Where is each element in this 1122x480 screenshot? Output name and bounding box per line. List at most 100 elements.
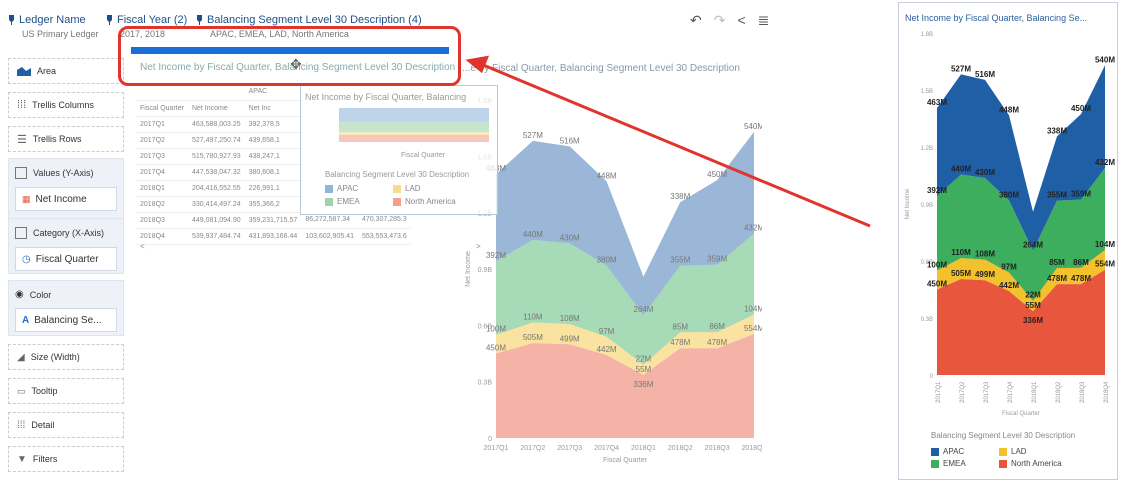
rp-legend-lad: LAD — [999, 447, 1027, 456]
data-label: 478M — [707, 338, 727, 347]
x-axis-label: Fiscal Quarter — [603, 457, 648, 464]
data-label: 97M — [599, 327, 615, 336]
data-label: 450M — [486, 344, 506, 353]
scroll-left-icon[interactable]: < — [140, 242, 145, 251]
data-label: 463M — [927, 98, 947, 107]
data-label: 448M — [999, 105, 1019, 114]
size-icon: ◢ — [17, 351, 25, 363]
y-axis-label: Net Income — [905, 188, 911, 219]
data-label: 86M — [1073, 258, 1089, 267]
size-drop[interactable]: ◢ Size (Width) — [8, 344, 124, 370]
pin-icon — [107, 15, 112, 25]
x-tick-label: 2017Q1 — [936, 381, 942, 403]
data-label: 442M — [597, 345, 617, 354]
y-axis-label: Net Income — [465, 251, 472, 287]
chart-type-button[interactable]: Area — [8, 58, 124, 84]
data-label: 338M — [1047, 126, 1067, 135]
data-label: 540M — [1095, 55, 1115, 64]
clock-icon: ◷ — [22, 253, 31, 265]
data-label: 380M — [597, 255, 617, 264]
rp-legend-north-america: North America — [999, 459, 1062, 468]
category-icon — [15, 227, 27, 239]
legend-swatch — [931, 447, 939, 456]
menu-icon[interactable]: ≣ — [758, 12, 770, 29]
legend-swatch — [393, 184, 401, 193]
legend-swatch — [999, 459, 1007, 468]
data-label: 110M — [523, 313, 543, 322]
measure-icon: ▦ — [22, 193, 31, 204]
legend-swatch — [393, 197, 401, 206]
x-tick-label: 2018Q3 — [1080, 381, 1086, 403]
data-label: 440M — [951, 165, 971, 174]
columns-icon: ⁞⁞⁞ — [17, 99, 27, 111]
x-tick-label: 2018Q4 — [1104, 381, 1110, 403]
balancing-segment-pill[interactable]: A Balancing Se... — [15, 308, 117, 332]
data-label: 380M — [999, 190, 1019, 199]
annotation-arrow — [465, 55, 871, 228]
legend-swatch — [931, 459, 939, 468]
data-label: 505M — [951, 269, 971, 278]
x-tick-label: 2018Q4 — [742, 445, 762, 452]
legend-north-america: North America — [393, 197, 456, 206]
data-label: 110M — [951, 248, 971, 257]
redo-icon[interactable]: ↷ — [714, 12, 726, 29]
x-axis-label: Fiscal Quarter — [1002, 411, 1040, 417]
data-label: 355M — [670, 256, 690, 265]
data-label: 86M — [709, 322, 725, 331]
detail-drop[interactable]: ⁞⁞⁞ Detail — [8, 412, 124, 438]
data-label: 554M — [1095, 260, 1115, 269]
data-label: 505M — [523, 333, 543, 342]
y-tick-label: 0.3B — [921, 317, 933, 323]
data-label: 108M — [975, 250, 995, 259]
share-icon[interactable]: < — [737, 12, 745, 29]
data-label: 264M — [633, 305, 653, 314]
legend-swatch — [999, 447, 1007, 456]
data-label: 450M — [1071, 104, 1091, 113]
data-label: 55M — [636, 365, 652, 374]
x-tick-label: 2018Q1 — [631, 445, 656, 452]
legend-emea: EMEA — [325, 197, 360, 206]
legend-lad: LAD — [393, 184, 421, 193]
data-label: 392M — [486, 251, 506, 260]
filters-drop[interactable]: ▼ Filters — [8, 446, 124, 472]
data-label: 432M — [1095, 158, 1115, 167]
tooltip-icon: ▭ — [17, 385, 26, 396]
y-tick-label: 0 — [488, 436, 492, 443]
rows-icon: ☰ — [17, 133, 27, 146]
pin-icon — [197, 15, 202, 25]
data-label: 336M — [633, 380, 653, 389]
data-label: 104M — [744, 304, 762, 313]
color-section: ◉ Color A Balancing Se... — [8, 280, 124, 336]
trellis-columns-drop[interactable]: ⁞⁞⁞ Trellis Columns — [8, 92, 124, 118]
data-label: 392M — [927, 186, 947, 195]
pin-icon — [9, 15, 14, 25]
y-tick-label: 0.3B — [478, 380, 493, 387]
table-row: 2018Q4 539,937,484.74 431,893,166.44 103,60… — [136, 228, 411, 245]
y-tick-label: 1.5B — [921, 89, 933, 95]
data-label: 355M — [1047, 191, 1067, 200]
y-tick-label: 0 — [930, 374, 934, 380]
highlight-box — [118, 26, 461, 86]
undo-icon[interactable]: ↶ — [690, 12, 702, 29]
net-income-pill[interactable]: ▦ Net Income — [15, 187, 117, 211]
data-label: 478M — [670, 338, 690, 347]
x-tick-label: 2017Q4 — [594, 445, 619, 452]
data-label: 100M — [927, 261, 947, 270]
attribute-icon: A — [22, 314, 30, 326]
data-label: 55M — [1025, 301, 1041, 310]
data-label: 359M — [1071, 190, 1091, 199]
data-label: 430M — [975, 168, 995, 177]
fiscal-quarter-pill[interactable]: ◷ Fiscal Quarter — [15, 247, 117, 271]
trellis-rows-drop[interactable]: ☰ Trellis Rows — [8, 126, 124, 152]
filter-ledger[interactable]: Ledger Name US Primary Ledger — [8, 14, 99, 39]
category-section: Category (X-Axis) ◷ Fiscal Quarter — [8, 218, 124, 274]
data-label: 22M — [636, 355, 652, 364]
data-label: 554M — [744, 324, 762, 333]
data-label: 104M — [1095, 240, 1115, 249]
legend-swatch — [325, 184, 333, 193]
values-icon — [15, 167, 27, 179]
data-label: 85M — [673, 322, 689, 331]
data-label: 85M — [1049, 258, 1065, 267]
x-tick-label: 2017Q3 — [984, 381, 990, 403]
tooltip-drop[interactable]: ▭ Tooltip — [8, 378, 124, 404]
